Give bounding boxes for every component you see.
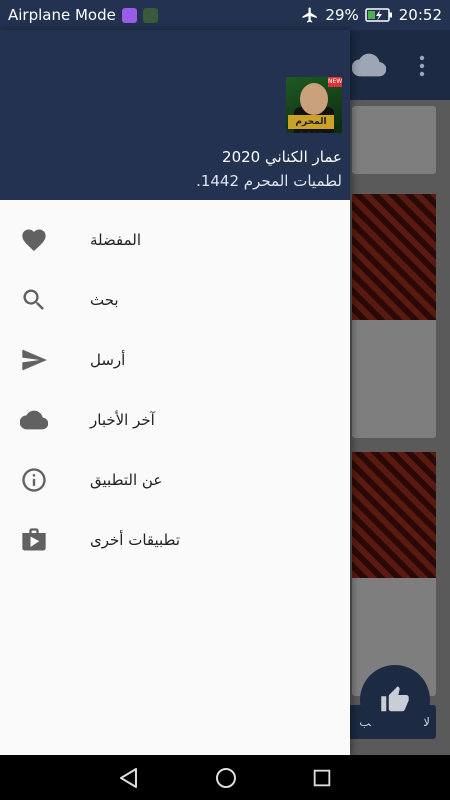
- heart-icon: [20, 226, 48, 254]
- more-options-icon[interactable]: [414, 54, 430, 78]
- logo-caption: المحرم 1442: [288, 115, 334, 133]
- battery-icon: [365, 8, 392, 22]
- menu-item-label: أرسل: [90, 351, 126, 369]
- app-logo: المحرم 1442 NEW: [286, 77, 342, 133]
- menu-item-label: تطبيقات أخرى: [90, 531, 181, 549]
- menu-item-label: آخر الأخبار: [90, 411, 155, 429]
- menu-item-other-apps[interactable]: تطبيقات أخرى: [0, 510, 350, 570]
- cloud-icon: [20, 406, 48, 434]
- drawer-menu: المفضلة بحث أرسل آخر الأخبار عن التطبيق: [0, 210, 350, 570]
- info-icon: [20, 466, 48, 494]
- card-thumbnail: [352, 452, 436, 578]
- status-left-text: Airplane Mode: [8, 6, 116, 24]
- battery-percent: 29%: [325, 6, 359, 24]
- drawer-subtitle: لطميات المحرم 1442.: [196, 172, 342, 190]
- clock: 20:52: [398, 6, 442, 24]
- drawer-title: عمار الكناني 2020: [222, 148, 342, 166]
- home-icon[interactable]: [214, 766, 238, 790]
- new-badge: NEW: [328, 77, 342, 87]
- menu-item-latest-news[interactable]: آخر الأخبار: [0, 390, 350, 450]
- shop-icon: [20, 526, 48, 554]
- drawer-header: المحرم 1442 NEW عمار الكناني 2020 لطميات…: [0, 30, 350, 200]
- back-icon[interactable]: [117, 766, 141, 790]
- search-icon: [20, 286, 48, 314]
- thumbs-up-icon: [381, 686, 409, 712]
- recents-icon[interactable]: [311, 767, 333, 789]
- menu-item-label: بحث: [90, 291, 119, 309]
- airplane-icon: [302, 7, 318, 23]
- menu-item-favorites[interactable]: المفضلة: [0, 210, 350, 270]
- like-button[interactable]: [360, 665, 430, 735]
- media-notification-icon: [142, 7, 158, 23]
- system-navigation-bar: [0, 755, 450, 800]
- list-card[interactable]: [352, 106, 436, 174]
- send-icon: [20, 346, 48, 374]
- menu-item-label: عن التطبيق: [90, 471, 163, 489]
- menu-item-about[interactable]: عن التطبيق: [0, 450, 350, 510]
- menu-item-search[interactable]: بحث: [0, 270, 350, 330]
- notification-icon: [121, 7, 137, 23]
- list-card[interactable]: [352, 452, 436, 696]
- navigation-drawer: المحرم 1442 NEW عمار الكناني 2020 لطميات…: [0, 30, 350, 755]
- card-thumbnail: [352, 194, 436, 320]
- status-bar: Airplane Mode 29% 20:52: [0, 0, 450, 30]
- cloud-icon[interactable]: [352, 52, 386, 78]
- menu-item-send[interactable]: أرسل: [0, 330, 350, 390]
- list-card[interactable]: [352, 194, 436, 438]
- menu-item-label: المفضلة: [90, 231, 142, 249]
